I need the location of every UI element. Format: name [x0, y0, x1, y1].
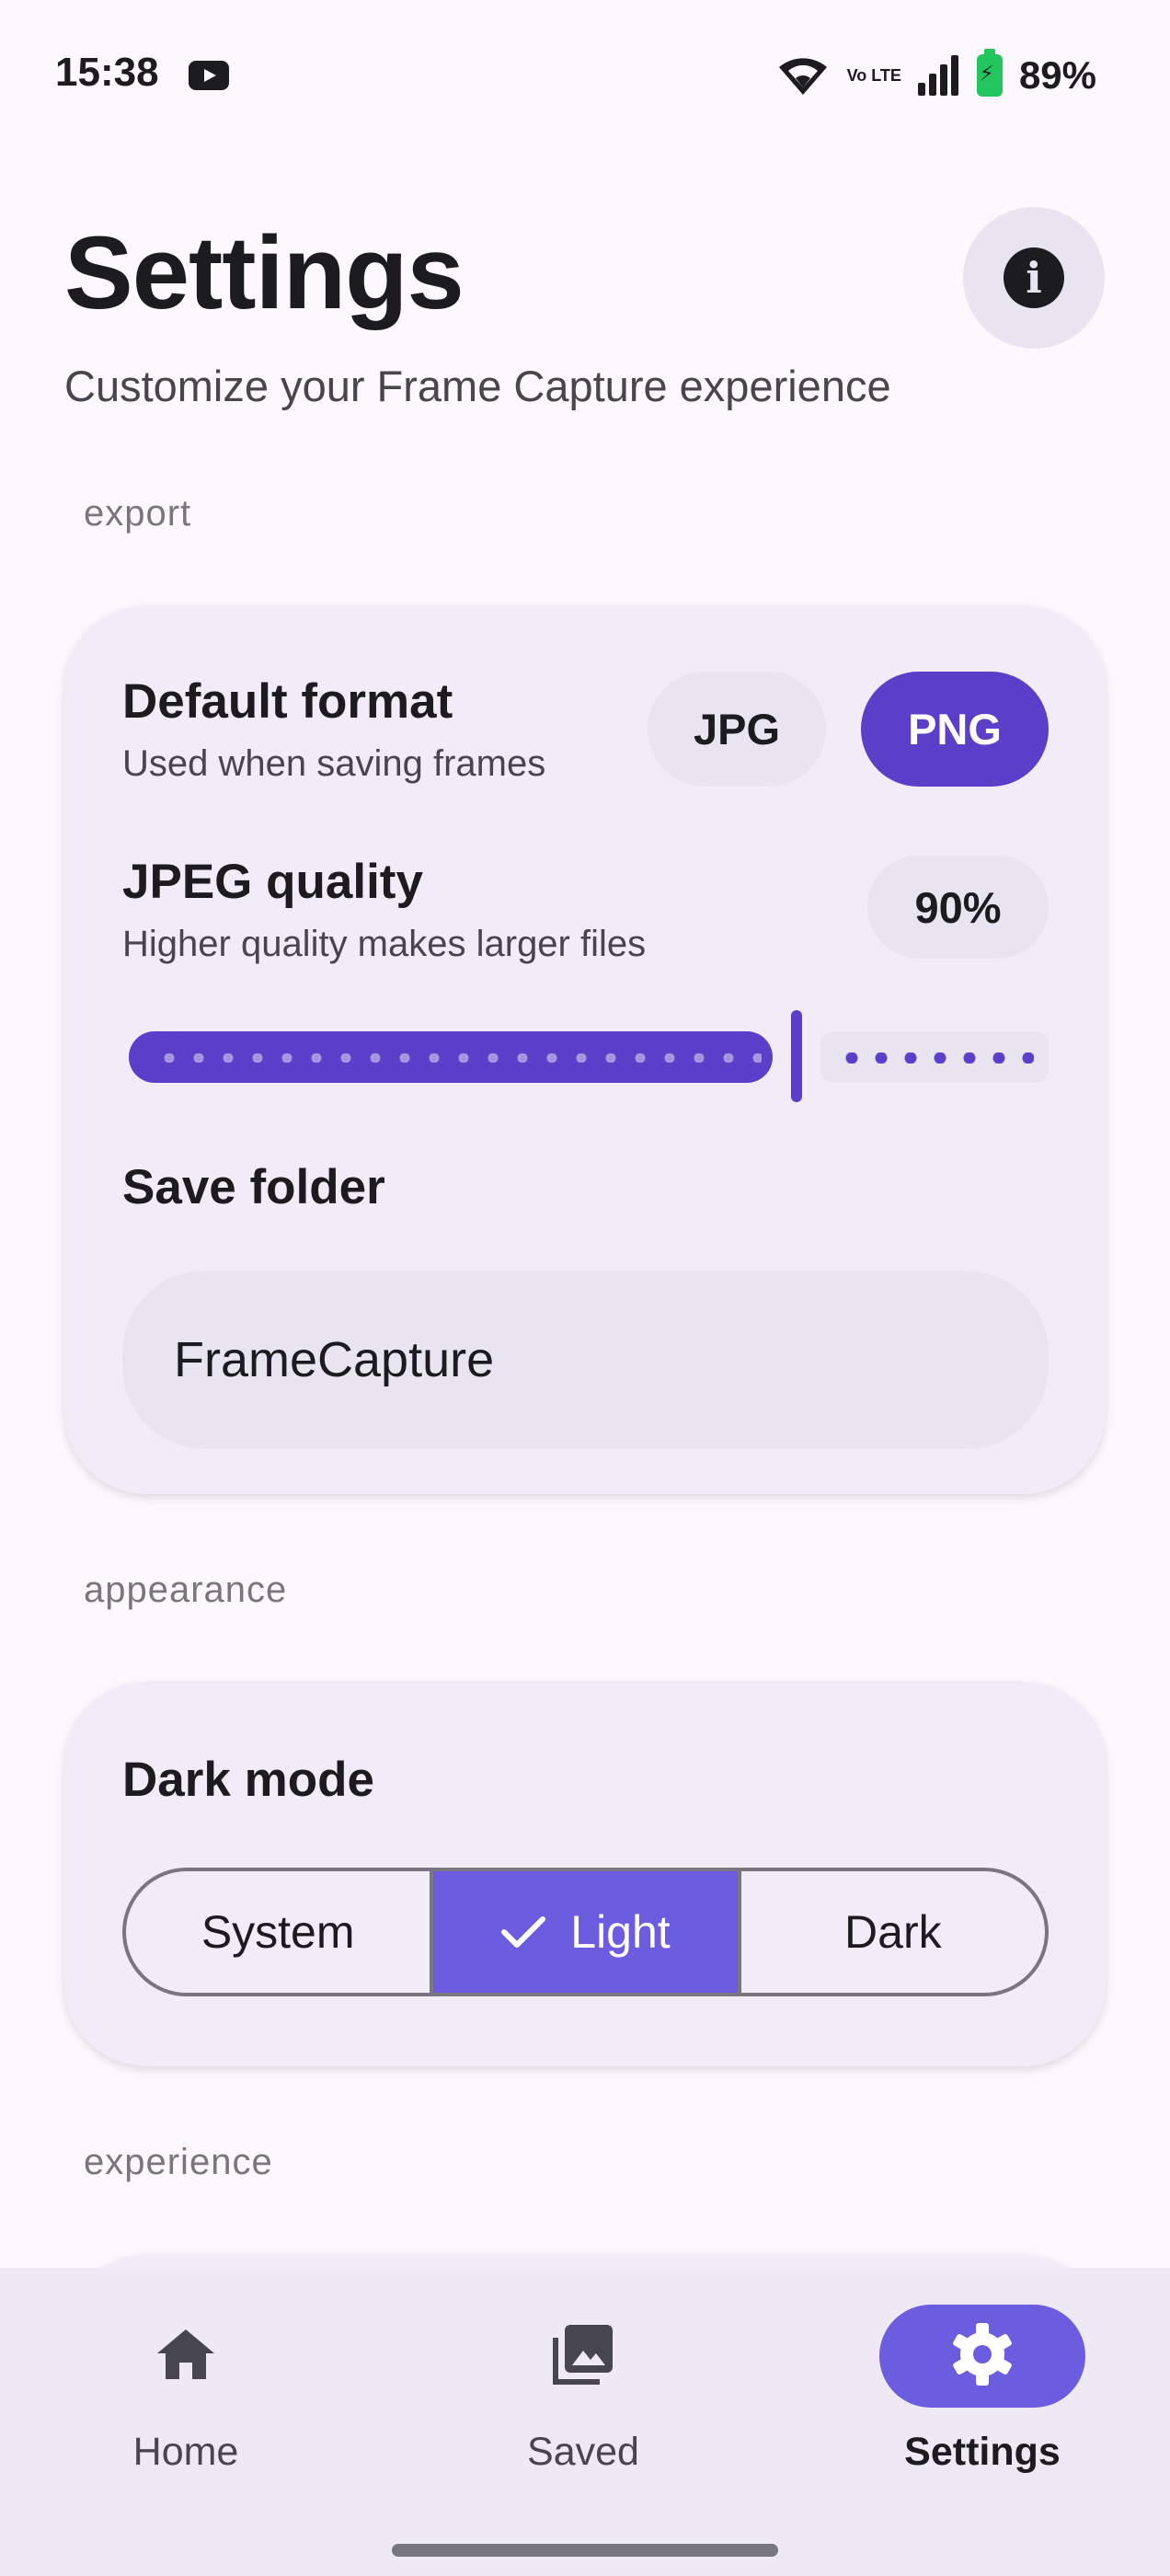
info-button[interactable]: i	[963, 207, 1105, 349]
battery-level: 89%	[1018, 53, 1096, 97]
slider-inactive-track	[820, 1031, 1049, 1083]
battery-charging-icon	[976, 49, 1003, 97]
slider-tick-marks-inactive	[837, 1052, 1034, 1064]
gesture-navigation-bar[interactable]	[392, 2544, 778, 2557]
section-label-appearance: appearance	[84, 1570, 288, 1610]
status-icons: Vo LTE 89%	[775, 48, 1096, 103]
save-folder-title: Save folder	[122, 1160, 385, 1214]
section-label-export: export	[84, 493, 192, 534]
nav-saved[interactable]: Saved	[464, 2305, 703, 2475]
dark-mode-option-system[interactable]: System	[126, 1871, 430, 1993]
appearance-card: Dark mode System Light Dark	[64, 1682, 1106, 2066]
page-title: Settings	[64, 215, 465, 330]
option-label: Dark	[844, 1906, 942, 1958]
nav-icon-container-active	[879, 2305, 1085, 2408]
wifi-icon	[775, 54, 831, 97]
export-card: Default format Used when saving frames J…	[64, 605, 1106, 1494]
section-label-experience: experience	[84, 2142, 273, 2182]
default-format-title: Default format	[122, 674, 453, 729]
nav-settings[interactable]: Settings	[863, 2305, 1102, 2475]
jpeg-quality-slider[interactable]	[129, 1010, 1049, 1102]
option-label: Light	[570, 1906, 671, 1958]
slider-active-track	[129, 1031, 773, 1083]
status-time: 15:38	[55, 50, 159, 95]
default-format-subtitle: Used when saving frames	[122, 743, 546, 784]
bottom-navigation: Home Saved Settings	[0, 2268, 1170, 2576]
settings-screen: 15:38 Vo LTE 89%	[0, 0, 1170, 2576]
dark-mode-segmented-control: System Light Dark	[122, 1868, 1049, 1996]
save-folder-field[interactable]: FrameCapture	[122, 1271, 1049, 1449]
dark-mode-option-light[interactable]: Light	[430, 1871, 738, 1993]
jpeg-quality-subtitle: Higher quality makes larger files	[122, 924, 647, 964]
gallery-icon	[550, 2321, 616, 2392]
status-bar: 15:38 Vo LTE 89%	[0, 0, 1170, 152]
nav-icon-container	[83, 2305, 289, 2408]
slider-handle[interactable]	[791, 1010, 802, 1102]
jpeg-quality-title: JPEG quality	[122, 855, 423, 909]
nav-label-home: Home	[132, 2430, 239, 2474]
gear-icon	[947, 2319, 1017, 2394]
home-icon	[154, 2326, 218, 2387]
signal-icon	[917, 55, 960, 96]
dark-mode-title: Dark mode	[122, 1753, 374, 1807]
youtube-icon	[189, 61, 229, 90]
slider-tick-marks	[155, 1053, 762, 1063]
info-icon: i	[1004, 247, 1064, 308]
check-icon	[500, 1914, 546, 1950]
jpeg-quality-value-badge: 90%	[867, 856, 1049, 959]
nav-label-settings: Settings	[904, 2430, 1061, 2474]
format-png-button[interactable]: PNG	[861, 672, 1049, 787]
nav-label-saved: Saved	[527, 2430, 639, 2474]
page-subtitle: Customize your Frame Capture experience	[64, 362, 891, 410]
dark-mode-option-dark[interactable]: Dark	[737, 1871, 1045, 1993]
format-jpg-button[interactable]: JPG	[648, 672, 826, 787]
volte-icon: Vo LTE	[846, 66, 901, 85]
option-label: System	[201, 1906, 355, 1958]
nav-icon-container	[480, 2305, 686, 2408]
nav-home[interactable]: Home	[66, 2305, 305, 2475]
